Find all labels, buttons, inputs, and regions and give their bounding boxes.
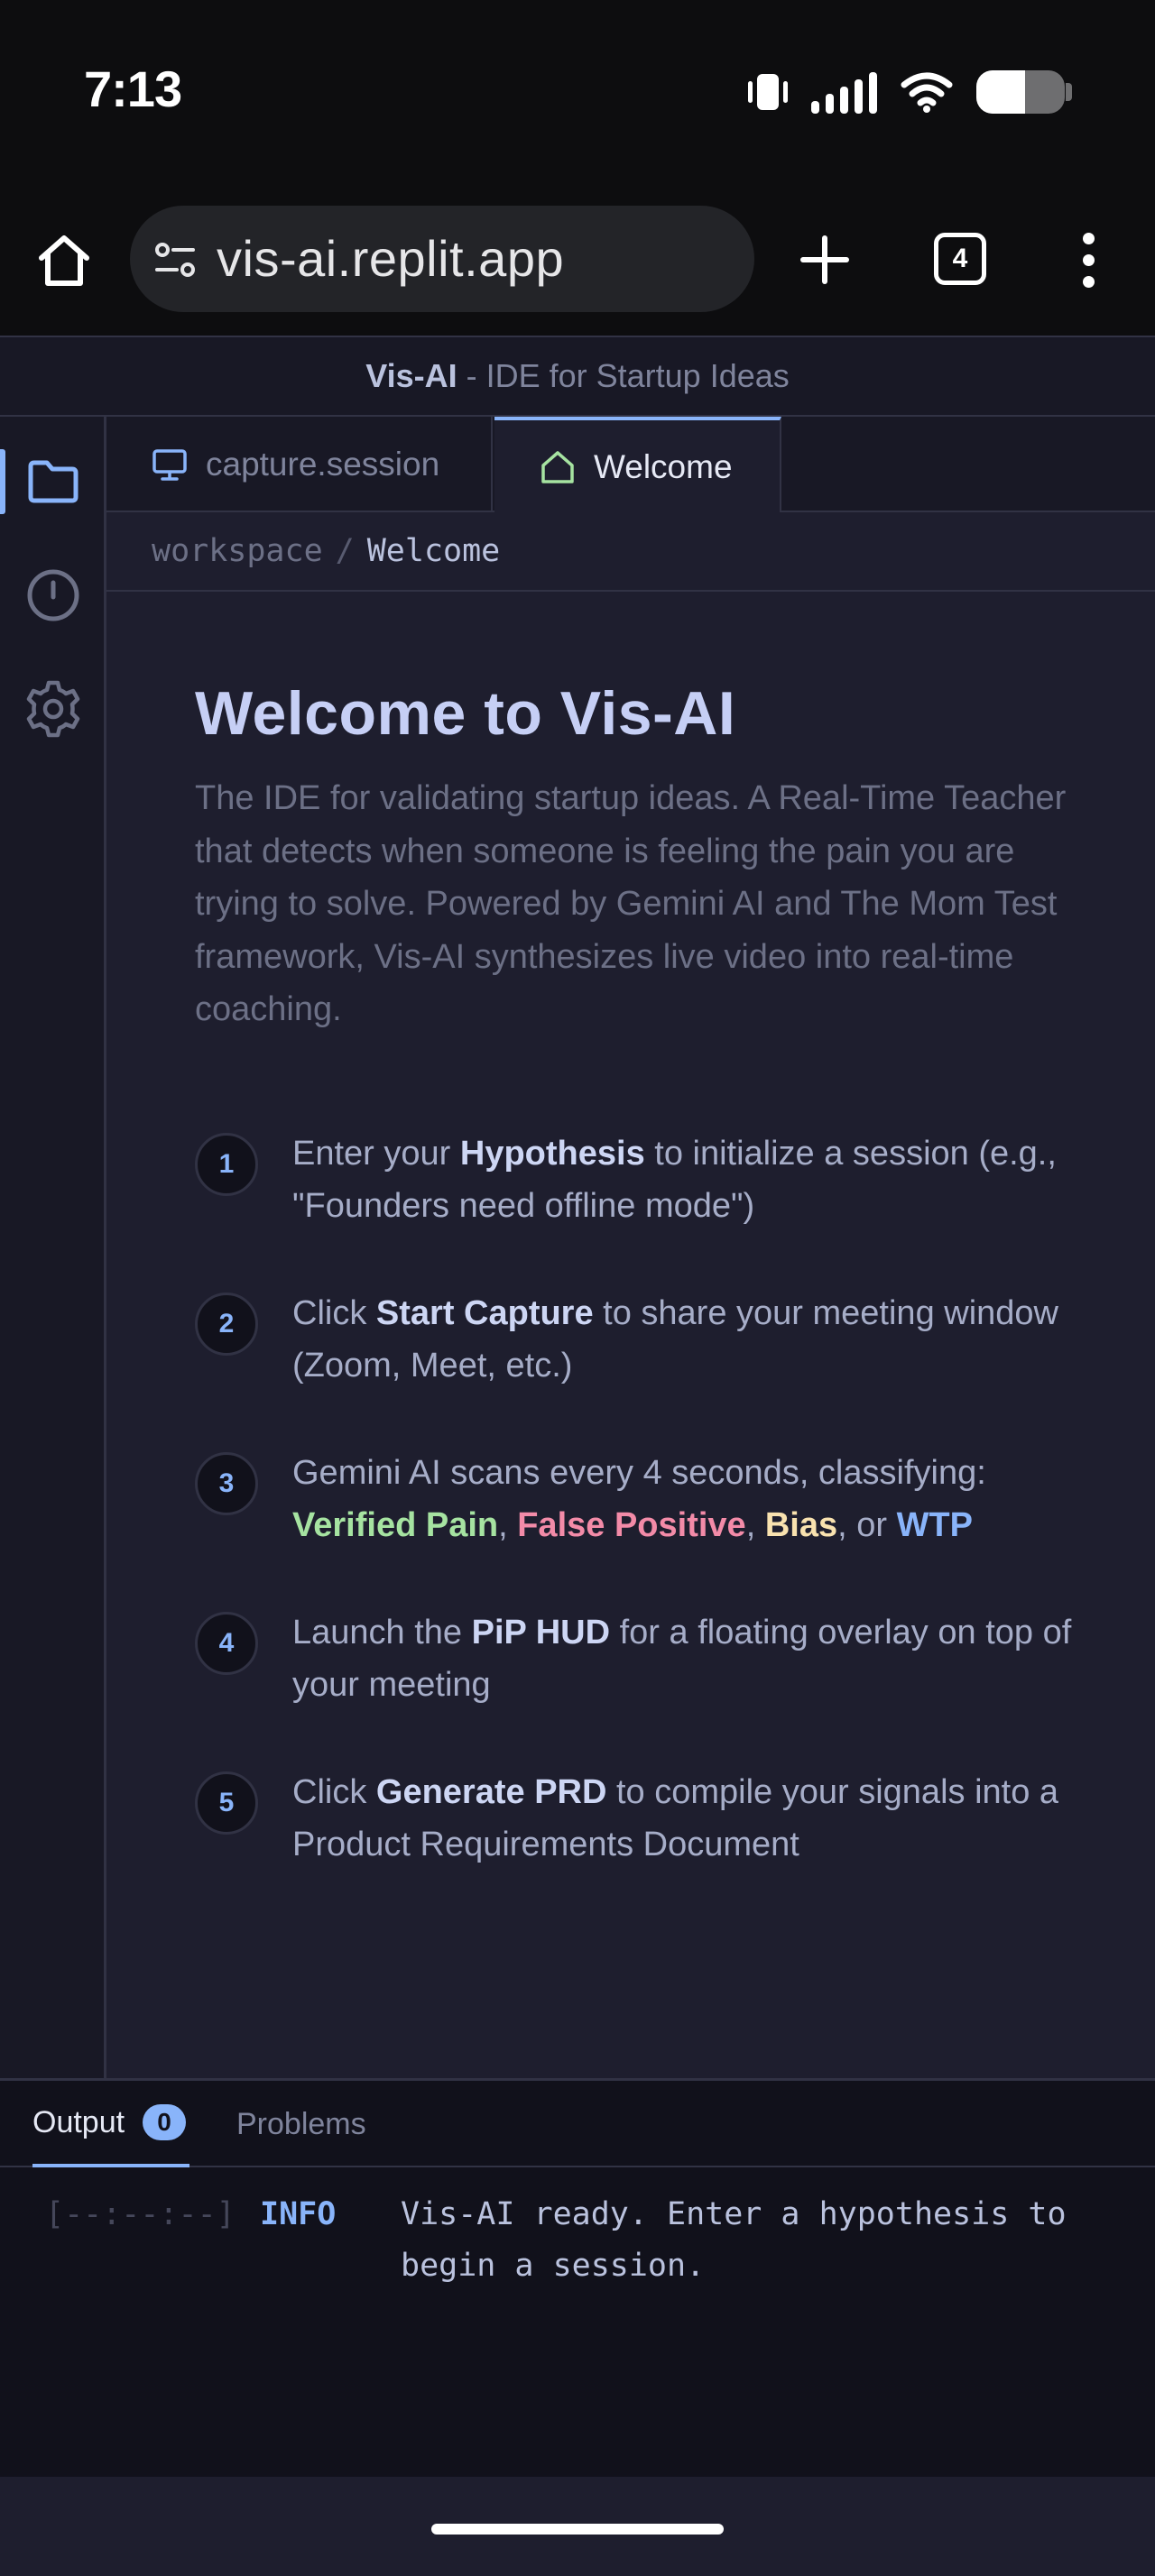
tag-verified-pain: Verified Pain (292, 1506, 499, 1544)
tab-label: capture.session (206, 446, 440, 483)
step-text: Click Start Capture to share your meetin… (292, 1294, 1058, 1385)
tab-welcome[interactable]: Welcome (494, 417, 781, 514)
gesture-navigation-area (0, 2477, 1155, 2576)
panel-tabbar: Output 0 Problems (0, 2081, 1155, 2167)
step-text: Launch the PiP HUD for a floating overla… (292, 1614, 1072, 1704)
panel-tab-output[interactable]: Output 0 (32, 2081, 190, 2167)
step-number: 5 (195, 1771, 258, 1835)
step-text: Click Generate PRD to compile your signa… (292, 1773, 1059, 1863)
breadcrumb-separator: / (335, 533, 355, 569)
url-text[interactable]: vis-ai.replit.app (217, 229, 564, 288)
cellular-signal-icon (811, 70, 877, 114)
tab-label: Welcome (594, 448, 733, 485)
app-tagline: - IDE for Startup Ideas (457, 357, 790, 394)
status-bar: 7:13 (0, 0, 1155, 184)
vibrate-icon (748, 70, 788, 114)
activity-explorer[interactable] (0, 437, 106, 527)
home-icon[interactable] (32, 229, 96, 292)
activity-history[interactable] (0, 550, 106, 640)
tag-wtp: WTP (896, 1506, 973, 1544)
site-settings-icon[interactable] (152, 236, 199, 283)
welcome-page: Welcome to Vis-AI The IDE for validating… (106, 592, 1155, 2078)
page-title: Welcome to Vis-AI (195, 679, 736, 748)
page-description: The IDE for validating startup ideas. A … (195, 779, 1067, 1028)
monitor-icon (152, 449, 187, 481)
log-message: Vis-AI ready. Enter a hypothesis to begi… (401, 2196, 1067, 2284)
step-number: 3 (195, 1452, 258, 1515)
home-icon (541, 451, 574, 483)
gear-icon (26, 680, 80, 738)
activity-settings[interactable] (0, 664, 106, 754)
more-menu-icon[interactable] (1078, 233, 1100, 289)
activity-bar (0, 417, 106, 2078)
browser-toolbar: vis-ai.replit.app 4 (0, 184, 1155, 336)
tag-bias: Bias (764, 1506, 838, 1544)
folder-icon (28, 460, 79, 503)
tab-switcher-icon[interactable]: 4 (934, 233, 986, 285)
panel-tab-label: Output (32, 2104, 125, 2139)
output-panel: Output 0 Problems [--:--:--] INFO Vis-AI… (0, 2078, 1155, 2477)
breadcrumb: workspace / Welcome (106, 512, 1155, 592)
panel-tab-label: Problems (236, 2106, 366, 2141)
step-text: Enter your Hypothesis to initialize a se… (292, 1135, 1057, 1225)
address-bar[interactable]: vis-ai.replit.app (130, 206, 754, 312)
editor-tabbar: capture.session Welcome (106, 417, 1155, 514)
log-level: INFO (260, 2196, 337, 2232)
breadcrumb-root[interactable]: workspace (152, 533, 323, 569)
step-number: 1 (195, 1133, 258, 1196)
tab-capture-session[interactable]: capture.session (106, 417, 493, 512)
step-text: Gemini AI scans every 4 seconds, classif… (292, 1454, 986, 1544)
tag-false-positive: False Positive (517, 1506, 746, 1544)
home-gesture-handle[interactable] (431, 2524, 724, 2535)
app-titlebar: Vis-AI - IDE for Startup Ideas (0, 336, 1155, 417)
status-time: 7:13 (84, 60, 182, 117)
log-timestamp: [--:--:--] (45, 2196, 236, 2232)
battery-icon (976, 70, 1072, 114)
app-brand: Vis-AI (365, 357, 457, 394)
wifi-icon (901, 72, 953, 113)
clock-icon (27, 569, 79, 621)
new-tab-icon[interactable] (794, 229, 855, 290)
breadcrumb-leaf: Welcome (366, 533, 501, 569)
step-number: 4 (195, 1612, 258, 1675)
status-icons (748, 67, 1072, 117)
panel-tab-problems[interactable]: Problems (236, 2081, 366, 2167)
output-count-badge: 0 (143, 2104, 187, 2140)
step-number: 2 (195, 1293, 258, 1356)
